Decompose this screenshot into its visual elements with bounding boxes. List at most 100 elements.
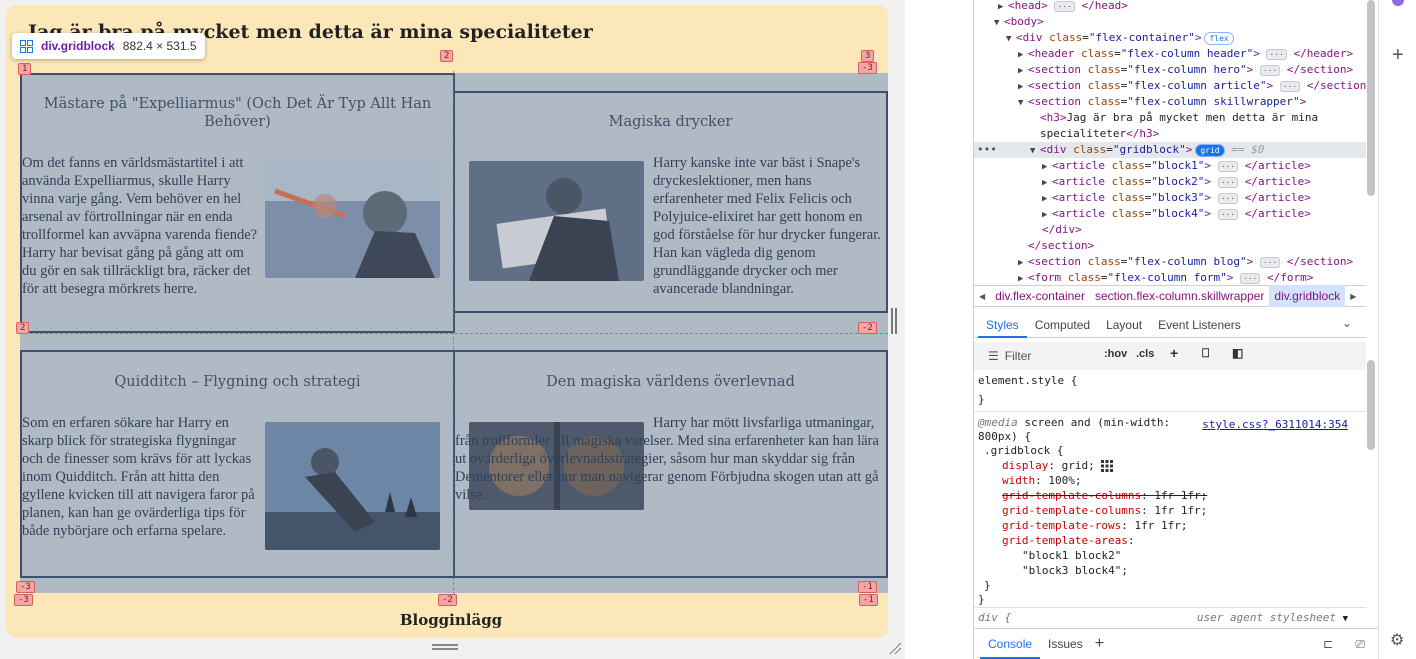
tab-event-listeners[interactable]: Event Listeners	[1150, 312, 1249, 338]
page-viewport: Jag är bra på mycket men detta är mina s…	[0, 0, 905, 659]
chevron-down-icon[interactable]: ⌄	[1342, 316, 1352, 330]
filter-input[interactable]: Filter	[1005, 349, 1032, 363]
dom-node-header[interactable]: ▶ <header class="flex-column header"> ···…	[1018, 46, 1353, 62]
grid-editor-icon[interactable]	[1101, 460, 1114, 472]
ellipsis-icon[interactable]: ···	[1217, 192, 1239, 204]
div-ua-rule: div {	[978, 611, 1012, 624]
source-link[interactable]: style.css?_6311014:354	[1202, 418, 1348, 431]
screencast-icon[interactable]: ⎚	[1355, 637, 1365, 652]
ellipsis-icon[interactable]: ···	[1217, 208, 1239, 220]
expand-arrow-icon[interactable]: ▶	[1042, 207, 1052, 223]
paint-icon[interactable]: ⎕	[1202, 346, 1209, 361]
decl-display[interactable]: display: grid;	[1002, 458, 1114, 473]
ellipsis-icon[interactable]: ···	[1217, 160, 1239, 172]
media-query: @media screen and (min-width:	[978, 416, 1171, 429]
styles-scrollbar[interactable]	[1367, 360, 1375, 450]
dom-node-h3-cont[interactable]: specialiteter</h3>	[1040, 126, 1159, 142]
breadcrumb-right-icon[interactable]: ▶	[1345, 292, 1361, 301]
gridblock-selector[interactable]: .gridblock {	[984, 443, 1063, 458]
viewport-resize-handle[interactable]	[891, 308, 897, 334]
tooltip-selector: div.gridblock	[41, 39, 115, 53]
panel-splitter[interactable]	[905, 0, 973, 659]
cls-button[interactable]: .cls	[1136, 348, 1154, 360]
element-style-open[interactable]: element.style {	[978, 373, 1077, 388]
flex-badge[interactable]: flex	[1204, 31, 1234, 45]
tab-computed[interactable]: Computed	[1027, 312, 1098, 338]
add-panel-icon[interactable]: +	[1392, 44, 1404, 67]
expand-arrow-icon[interactable]: ▶	[1042, 191, 1052, 207]
dom-node-h3[interactable]: <h3>Jag är bra på mycket men detta är mi…	[1040, 110, 1318, 126]
ellipsis-icon[interactable]: ···	[1054, 0, 1075, 12]
dom-node-form[interactable]: ▶ <form class="flex-column form"> ··· </f…	[1018, 270, 1313, 285]
dom-node-body[interactable]: ▼ <body>	[994, 14, 1044, 30]
breadcrumb-item[interactable]: div.flex-container	[990, 289, 1090, 303]
drawer-tab-issues[interactable]: Issues	[1040, 629, 1091, 659]
collapse-arrow-icon[interactable]: ▼	[994, 15, 1004, 31]
dom-node-block2[interactable]: ▶ <article class="block2"> ··· </article>	[1042, 174, 1311, 190]
dom-node-div-close[interactable]: </div>	[1042, 222, 1082, 238]
dom-node-block1[interactable]: ▶ <article class="block1"> ··· </article>	[1042, 158, 1311, 174]
corner-resize-icon[interactable]	[888, 641, 902, 655]
ellipsis-icon[interactable]: ···	[1239, 272, 1261, 284]
hov-button[interactable]: :hov	[1104, 348, 1127, 360]
viewport-bottom-handle[interactable]	[432, 644, 458, 650]
scroll-down-icon[interactable]: ▼	[1343, 614, 1348, 624]
decl-grid-template-columns-overridden[interactable]: grid-template-columns: 1fr 1fr;	[1002, 488, 1207, 503]
dom-node-skillwrapper[interactable]: ▼ <section class="flex-column skillwrappe…	[1018, 94, 1306, 110]
ellipsis-icon[interactable]: ···	[1279, 80, 1301, 92]
breadcrumb-item-active[interactable]: div.gridblock	[1269, 285, 1346, 307]
decl-grid-template-columns[interactable]: grid-template-columns: 1fr 1fr;	[1002, 503, 1207, 518]
dom-node-block4[interactable]: ▶ <article class="block4"> ··· </article>	[1042, 206, 1311, 222]
drawer-tab-console[interactable]: Console	[980, 629, 1041, 659]
quidditch-broom-image	[265, 422, 440, 550]
add-tab-icon[interactable]: +	[1095, 635, 1104, 653]
dom-node-gridblock-selected[interactable]: ••• ▼ <div class="gridblock"> grid == $0	[974, 142, 1366, 158]
more-dots-icon[interactable]: •••	[977, 142, 997, 158]
expand-arrow-icon[interactable]: ▶	[998, 0, 1008, 15]
ellipsis-icon[interactable]: ···	[1259, 256, 1281, 268]
expand-arrow-icon[interactable]: ▶	[1018, 79, 1028, 95]
expand-arrow-icon[interactable]: ▶	[1018, 63, 1028, 79]
breadcrumb: ◀ div.flex-container section.flex-column…	[974, 285, 1366, 307]
decl-width[interactable]: width: 100%;	[1002, 473, 1082, 488]
breadcrumb-left-icon[interactable]: ◀	[974, 292, 990, 301]
tab-styles[interactable]: Styles	[978, 312, 1027, 338]
sidebar-toggle-icon[interactable]: ◧	[1232, 346, 1243, 360]
areas-row-1: "block1 block2"	[1022, 549, 1122, 562]
dom-node-blog[interactable]: ▶ <section class="flex-column blog"> ··· …	[1018, 254, 1353, 270]
collapse-arrow-icon[interactable]: ▼	[1030, 143, 1040, 159]
block2-title: Magiska drycker	[608, 114, 733, 130]
collapse-arrow-icon[interactable]: ▼	[1006, 31, 1016, 47]
breadcrumb-item[interactable]: section.flex-column.skillwrapper	[1090, 289, 1269, 303]
decl-grid-template-areas[interactable]: grid-template-areas:	[1002, 533, 1134, 548]
tab-layout[interactable]: Layout	[1098, 312, 1150, 338]
expand-arrow-icon[interactable]: ▶	[1042, 175, 1052, 191]
dom-node-article[interactable]: ▶ <section class="flex-column article"> ·…	[1018, 78, 1366, 94]
ua-stylesheet-label: user agent stylesheet ▼	[1196, 611, 1348, 624]
dom-node-hero[interactable]: ▶ <section class="flex-column hero"> ··· …	[1018, 62, 1353, 78]
styles-rules: element.style { } @media screen and (min…	[974, 370, 1366, 628]
block4-text: Harry har mött livsfarliga utmaningar, f…	[455, 415, 879, 503]
collapse-arrow-icon[interactable]: ▼	[1018, 95, 1028, 111]
expand-arrow-icon[interactable]: ▶	[1018, 271, 1028, 285]
dom-node-flex-container[interactable]: ▼ <div class="flex-container"> flex	[1006, 30, 1234, 46]
ellipsis-icon[interactable]: ···	[1266, 48, 1287, 60]
grid-badge-toggle[interactable]: grid	[1195, 143, 1225, 157]
dom-node-section-close[interactable]: </section>	[1028, 238, 1094, 254]
decl-grid-template-rows[interactable]: grid-template-rows: 1fr 1fr;	[1002, 518, 1187, 533]
new-rule-icon[interactable]: +	[1170, 345, 1178, 361]
elements-scrollbar[interactable]	[1367, 0, 1375, 196]
profile-dot-icon[interactable]	[1392, 0, 1404, 6]
expand-arrow-icon[interactable]: ▶	[1042, 159, 1052, 175]
grid-badge: -2	[438, 594, 457, 606]
expand-arrow-icon[interactable]: ▶	[1018, 47, 1028, 63]
grid-badge: 1	[18, 63, 32, 75]
gear-icon[interactable]: ⚙	[1390, 630, 1404, 649]
dom-node-block3[interactable]: ▶ <article class="block3"> ··· </article>	[1042, 190, 1311, 206]
dom-node-head[interactable]: ▶ <head> ··· </head>	[998, 0, 1128, 14]
block4-title: Den magiska världens överlevnad	[546, 374, 795, 390]
dock-icon[interactable]: ⊏	[1323, 637, 1333, 651]
expand-arrow-icon[interactable]: ▶	[1018, 255, 1028, 271]
ellipsis-icon[interactable]: ···	[1217, 176, 1239, 188]
ellipsis-icon[interactable]: ···	[1259, 64, 1281, 76]
